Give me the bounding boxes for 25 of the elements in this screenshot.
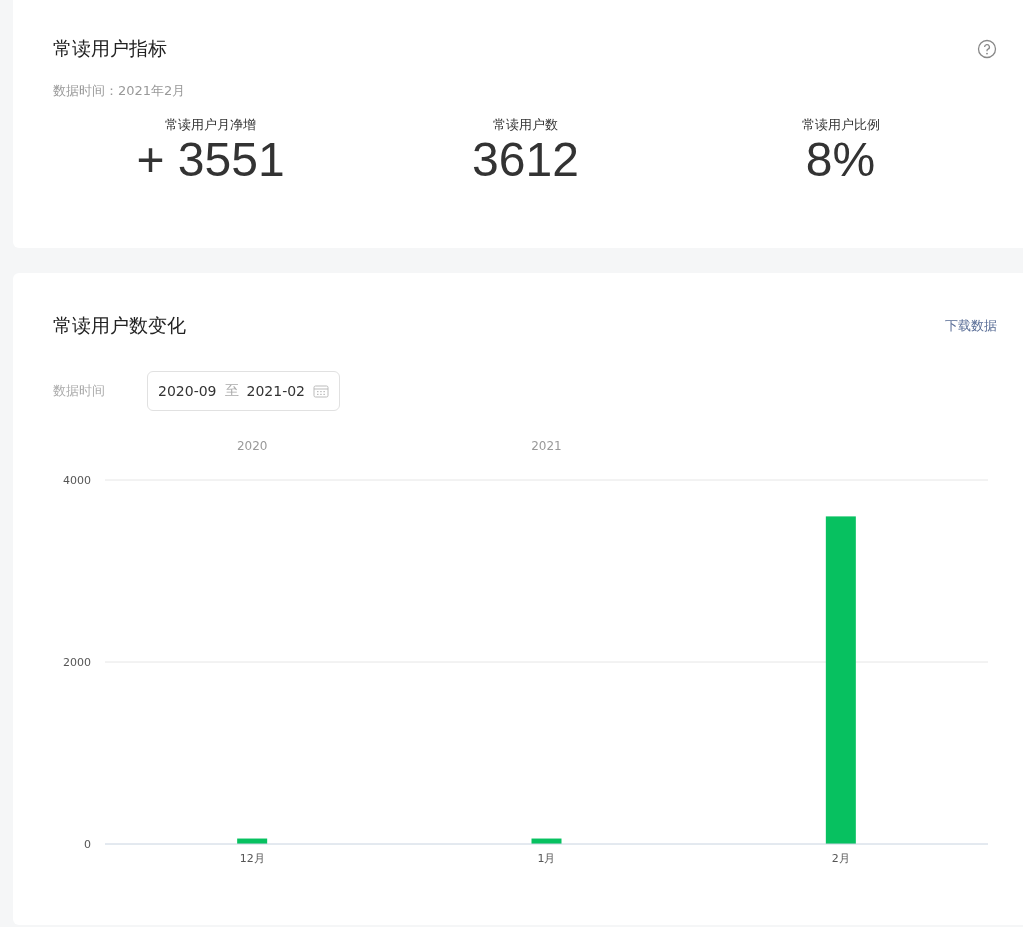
metric-value: 3612: [472, 132, 579, 188]
year-label: 2020: [236, 439, 268, 453]
range-separator: 至: [224, 382, 239, 400]
x-axis-label: 1月: [537, 852, 556, 865]
metric-label: 常读用户比例: [801, 116, 880, 134]
date-label: 数据时间: [53, 382, 106, 400]
y-axis-tick: 0: [84, 838, 91, 851]
calendar-icon: [313, 384, 329, 398]
metric-label: 常读用户数: [493, 116, 558, 134]
data-time: 数据时间：2021年2月: [53, 82, 187, 100]
help-icon[interactable]: [977, 39, 997, 59]
card-title: 常读用户指标: [53, 36, 167, 61]
metric-label: 常读用户月净增: [165, 116, 256, 134]
y-axis-tick: 4000: [63, 474, 91, 487]
y-axis-tick: 2000: [63, 656, 91, 669]
metric-value: 8%: [805, 132, 876, 188]
card-title: 常读用户数变化: [53, 313, 186, 338]
date-range-picker[interactable]: 2020-09 至 2021-02: [147, 371, 340, 411]
start-date: 2020-09: [158, 383, 217, 399]
download-link[interactable]: 下载数据: [945, 317, 997, 335]
metric-value: + 3551: [136, 132, 285, 188]
end-date: 2021-02: [246, 383, 305, 399]
x-axis-label: 2月: [831, 852, 850, 865]
x-axis-label: 12月: [239, 852, 265, 865]
year-label: 2021: [531, 439, 562, 453]
